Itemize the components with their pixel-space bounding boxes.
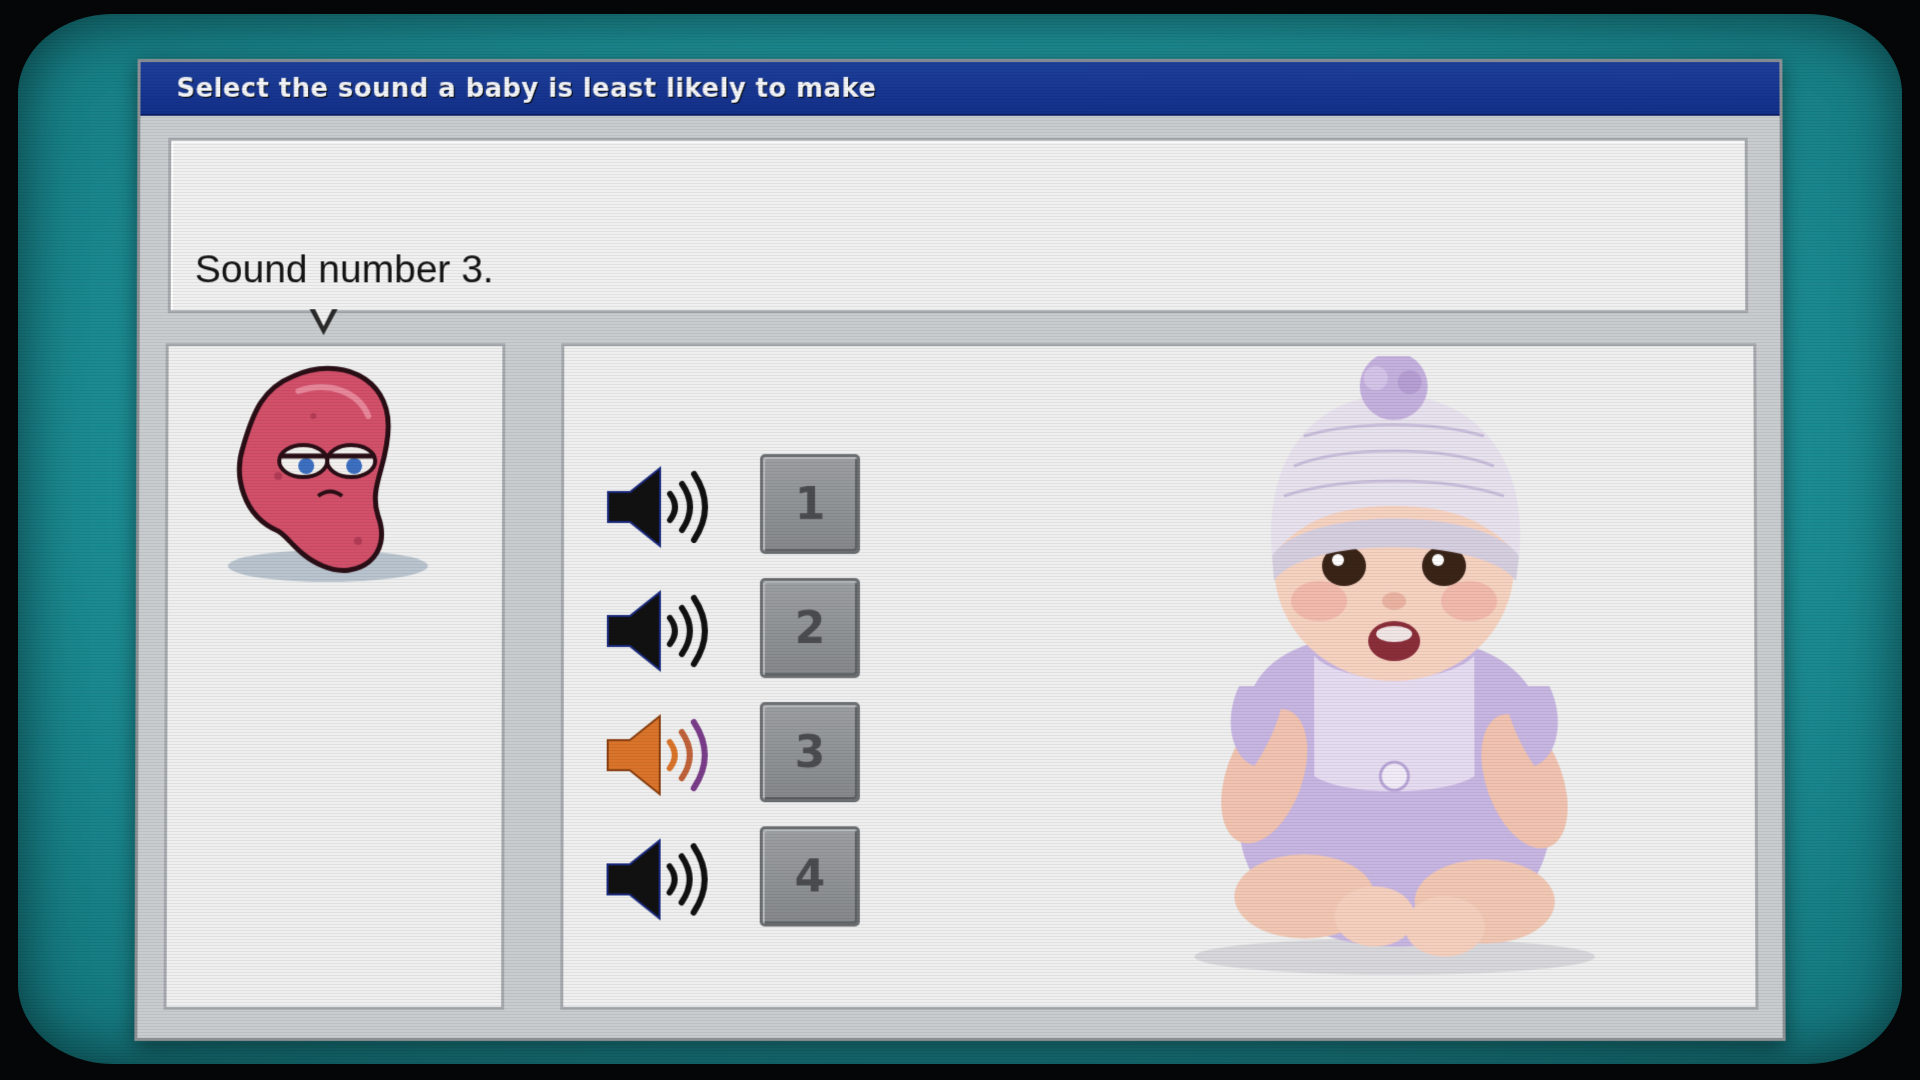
baby-image <box>1194 356 1596 975</box>
sound-button-1[interactable]: 1 <box>759 454 861 554</box>
speaker-icon[interactable] <box>603 836 713 922</box>
speaker-icon[interactable] <box>604 588 714 674</box>
sound-row-4: 4 <box>603 826 924 927</box>
character-panel <box>163 343 506 1010</box>
sound-row-3: 3 <box>604 702 924 803</box>
speech-tail <box>309 309 338 336</box>
bean-character-icon <box>227 366 428 582</box>
window-title: Select the sound a baby is least likely … <box>176 73 877 104</box>
sound-row-1: 1 <box>604 454 924 554</box>
title-bar: Select the sound a baby is least likely … <box>140 61 1780 116</box>
quiz-window: Select the sound a baby is least likely … <box>134 58 1786 1041</box>
sound-button-3[interactable]: 3 <box>759 702 860 803</box>
speaker-icon[interactable] <box>604 464 714 550</box>
sound-button-4[interactable]: 4 <box>759 826 860 927</box>
main-panel: 1 2 3 4 <box>560 343 1759 1010</box>
speaker-icon-active[interactable] <box>604 712 714 798</box>
dialog-message: Sound number 3. <box>194 248 494 292</box>
sound-button-2[interactable]: 2 <box>759 578 860 679</box>
message-box: Sound number 3. <box>167 137 1749 314</box>
sound-row-2: 2 <box>604 578 924 679</box>
